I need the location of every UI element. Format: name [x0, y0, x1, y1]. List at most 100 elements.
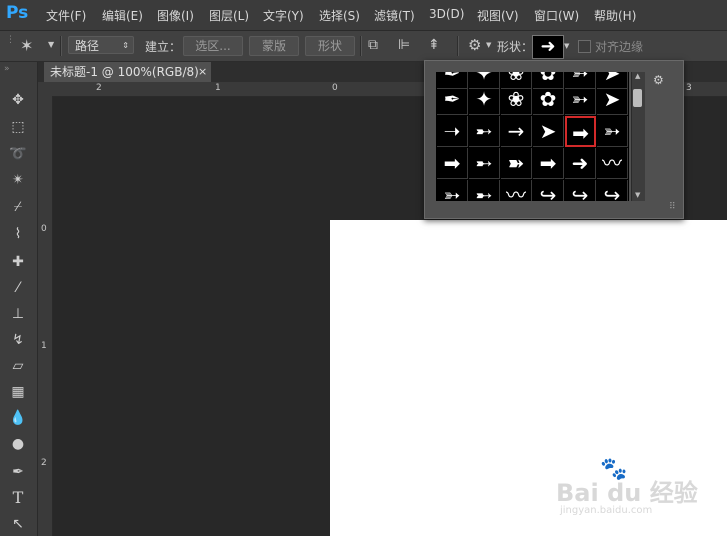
ruler-tick-label: 3 — [686, 83, 692, 93]
divider — [457, 36, 459, 56]
scroll-down-icon[interactable]: ▼ — [635, 191, 640, 199]
shape-cell[interactable]: ➝ — [437, 116, 468, 147]
shape-cell[interactable]: ➜ — [565, 148, 596, 179]
selection-button[interactable]: 选区... — [183, 36, 243, 56]
healing-brush-tool-icon[interactable]: ✚ — [8, 252, 28, 272]
shape-cell[interactable]: 〰 — [597, 148, 628, 179]
menu-type[interactable]: 文字(Y) — [263, 7, 304, 24]
path-arrangement-icon[interactable]: ⇞ — [428, 37, 440, 53]
shape-cell[interactable]: 〰 — [501, 180, 532, 201]
shape-dropdown-icon[interactable]: ▼ — [564, 42, 569, 50]
document-tab[interactable]: 未标题-1 @ 100%(RGB/8) × — [44, 62, 211, 82]
menu-window[interactable]: 窗口(W) — [534, 7, 579, 24]
shape-cell[interactable]: ✒ — [437, 84, 468, 115]
collapse-panel-icon[interactable]: » — [4, 64, 10, 74]
watermark-url: jingyan.baidu.com — [560, 505, 653, 516]
history-brush-tool-icon[interactable]: ↯ — [8, 330, 28, 350]
shape-cell[interactable]: ➡ — [533, 148, 564, 179]
menu-bar: Ps 文件(F) 编辑(E) 图像(I) 图层(L) 文字(Y) 选择(S) 滤… — [0, 0, 727, 31]
path-alignment-icon[interactable]: ⊫ — [398, 37, 410, 53]
shape-cell[interactable]: ✿ — [533, 84, 564, 115]
shape-cell[interactable]: ➳ — [437, 180, 468, 201]
gradient-tool-icon[interactable]: ▦ — [8, 382, 28, 402]
menu-file[interactable]: 文件(F) — [46, 7, 86, 24]
shape-cell[interactable]: ➡ — [437, 148, 468, 179]
tools-panel: » ✥ ⬚ ➰ ✴ ⌿ ⌇ ✚ ⁄ ⊥ ↯ ▱ ▦ 💧 ● ✒ T ↖ — [0, 62, 38, 536]
menu-select[interactable]: 选择(S) — [319, 7, 360, 24]
eyedropper-tool-icon[interactable]: ⌇ — [8, 224, 28, 244]
shape-cell[interactable]: ↪ — [533, 180, 564, 201]
shape-cell[interactable]: → — [501, 116, 532, 147]
divider — [60, 36, 62, 56]
shape-cell[interactable]: ➳ — [565, 84, 596, 115]
ruler-tick-label: 1 — [215, 83, 221, 93]
shape-cell[interactable]: ➸ — [469, 116, 500, 147]
ruler-tick-label: 2 — [41, 458, 47, 468]
photoshop-logo: Ps — [6, 3, 29, 23]
magic-wand-tool-icon[interactable]: ✴ — [8, 170, 28, 190]
blur-tool-icon[interactable]: 💧 — [8, 408, 28, 428]
shape-cell-selected[interactable]: ➡ — [565, 116, 596, 147]
pen-tool-icon[interactable]: ✒ — [8, 462, 28, 482]
align-edges-label: 对齐边缘 — [595, 40, 644, 54]
shape-cell[interactable]: ❀ — [501, 84, 532, 115]
watermark: 🐾 Bai du 经验 jingyan.baidu.com — [540, 457, 710, 523]
grip-icon: ⋮ — [6, 35, 15, 45]
custom-shape-tool-icon[interactable]: ✶ — [20, 36, 33, 55]
document-tab-title: 未标题-1 @ 100%(RGB/8) — [50, 65, 199, 79]
scroll-up-icon[interactable]: ▲ — [635, 72, 640, 80]
menu-image[interactable]: 图像(I) — [157, 7, 194, 24]
resize-grip-icon[interactable]: ⠿ — [669, 202, 676, 212]
shape-cell[interactable]: ✦ — [469, 84, 500, 115]
shape-grid: ✒ ✦ ❀ ✿ ➳ ➤ ✒ ✦ ❀ ✿ ➳ ➤ ➝ ➸ → ➤ ➡ ➳ ➡ ➸ … — [436, 72, 629, 201]
shape-cell[interactable]: ➸ — [469, 180, 500, 201]
type-tool-icon[interactable]: T — [8, 488, 28, 508]
move-tool-icon[interactable]: ✥ — [8, 90, 28, 110]
tool-preset-dropdown-icon[interactable]: ▼ — [48, 40, 54, 49]
ruler-tick-label: 1 — [41, 341, 47, 351]
mode-select-value: 路径 — [75, 39, 100, 53]
chevron-down-icon[interactable]: ▼ — [486, 41, 491, 49]
mask-button[interactable]: 蒙版 — [249, 36, 299, 56]
scrollbar-thumb[interactable] — [633, 89, 642, 107]
divider — [360, 36, 362, 56]
dodge-tool-icon[interactable]: ● — [8, 434, 28, 454]
mode-select[interactable]: 路径 ⇕ — [68, 36, 134, 54]
gear-icon[interactable]: ⚙ — [653, 73, 664, 87]
shape-cell[interactable]: ↪ — [597, 180, 628, 201]
brush-tool-icon[interactable]: ⁄ — [8, 278, 28, 298]
lasso-tool-icon[interactable]: ➰ — [8, 144, 28, 164]
vertical-ruler: 0 1 2 — [38, 96, 53, 536]
clone-stamp-tool-icon[interactable]: ⊥ — [8, 304, 28, 324]
path-selection-tool-icon[interactable]: ↖ — [8, 514, 28, 534]
shape-preview[interactable]: ➜ — [532, 35, 564, 59]
ruler-tick-label: 0 — [332, 83, 338, 93]
shape-cell[interactable]: ➸ — [469, 148, 500, 179]
shape-cell[interactable]: ➤ — [533, 116, 564, 147]
align-edges-checkbox[interactable] — [578, 40, 591, 53]
marquee-tool-icon[interactable]: ⬚ — [8, 117, 28, 137]
menu-filter[interactable]: 滤镜(T) — [374, 7, 415, 24]
menu-edit[interactable]: 编辑(E) — [102, 7, 143, 24]
menu-3d[interactable]: 3D(D) — [429, 7, 464, 21]
shape-cell[interactable]: ➳ — [597, 116, 628, 147]
shape-cell[interactable]: ↪ — [565, 180, 596, 201]
ruler-tick-label: 0 — [41, 224, 47, 234]
eraser-tool-icon[interactable]: ▱ — [8, 356, 28, 376]
shape-button[interactable]: 形状 — [305, 36, 355, 56]
watermark-brand: Bai du 经验 — [556, 479, 698, 507]
shape-field-label: 形状： — [497, 40, 534, 54]
select-arrows-icon: ⇕ — [122, 41, 129, 50]
menu-layer[interactable]: 图层(L) — [209, 7, 249, 24]
path-operations-icon[interactable]: ⧉ — [368, 37, 378, 53]
gear-icon[interactable]: ⚙ — [468, 36, 481, 54]
shape-cell[interactable]: ➽ — [501, 148, 532, 179]
menu-help[interactable]: 帮助(H) — [594, 7, 636, 24]
close-icon[interactable]: × — [198, 62, 207, 82]
menu-view[interactable]: 视图(V) — [477, 7, 519, 24]
options-bar: ⋮ ✶ ▼ 路径 ⇕ 建立： 选区... 蒙版 形状 ⧉ ⊫ ⇞ ⚙ ▼ 形状：… — [0, 31, 727, 62]
crop-tool-icon[interactable]: ⌿ — [8, 197, 28, 217]
shape-cell[interactable]: ➤ — [597, 84, 628, 115]
arrow-shape-icon: ➜ — [540, 36, 556, 57]
ruler-tick-label: 2 — [96, 83, 102, 93]
